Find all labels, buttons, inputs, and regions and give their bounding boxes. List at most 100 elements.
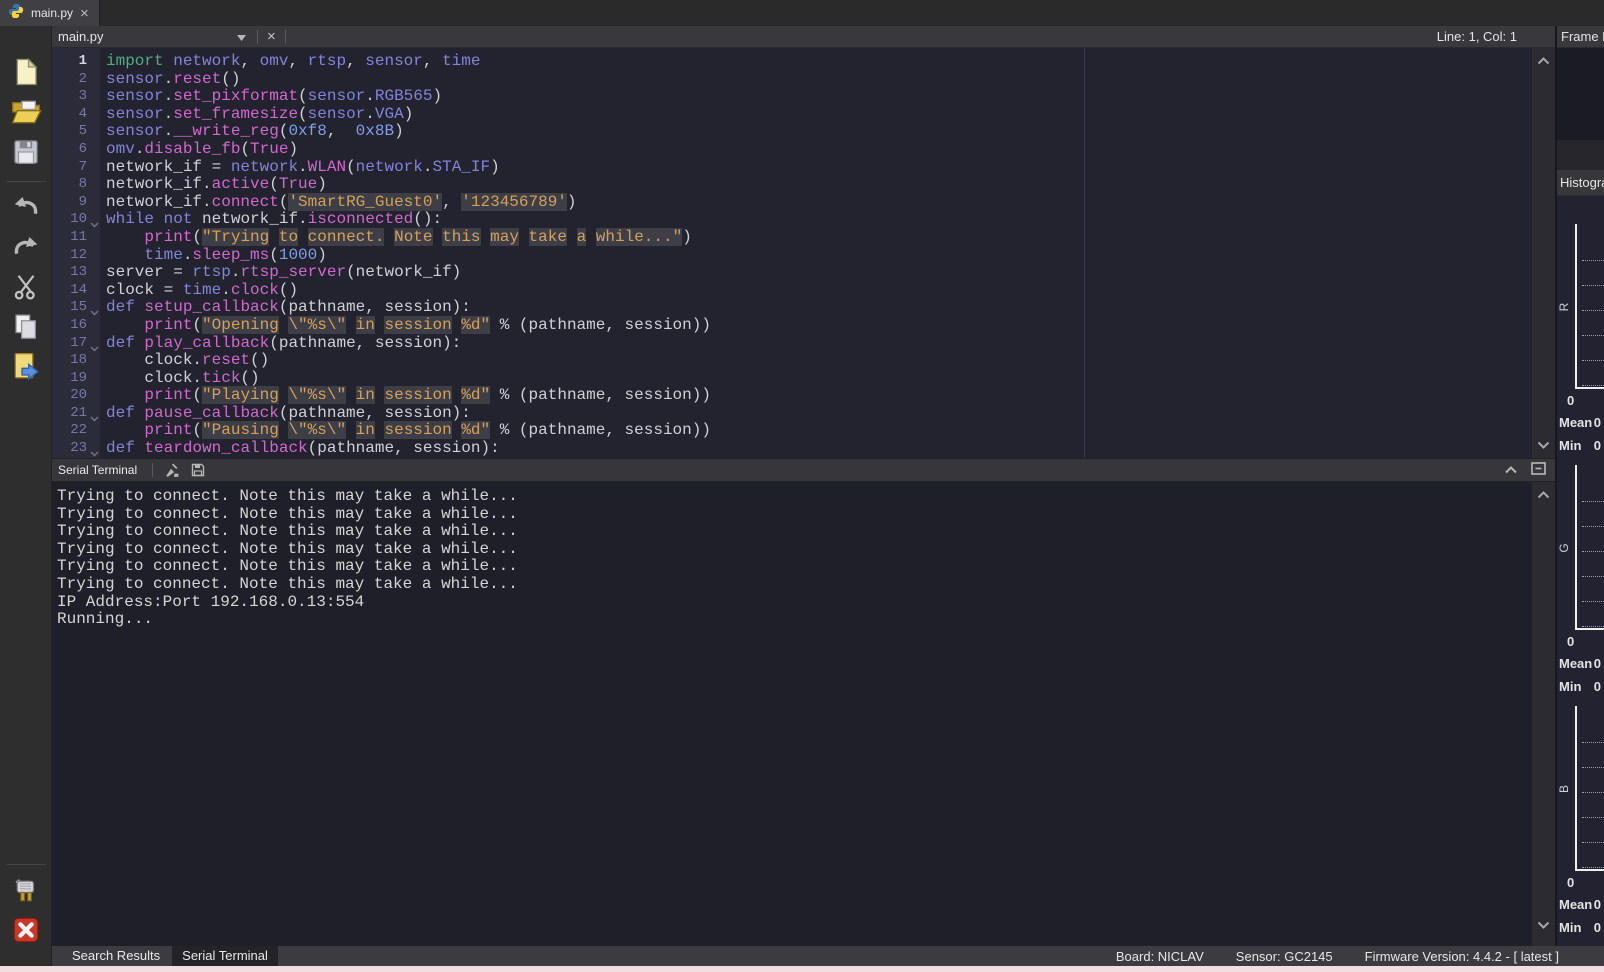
redo-icon[interactable] xyxy=(8,229,44,265)
scroll-down-icon[interactable] xyxy=(1537,916,1550,934)
paste-icon[interactable] xyxy=(8,349,44,385)
file-tab[interactable]: main.py × xyxy=(0,0,100,26)
close-tab-icon[interactable]: × xyxy=(80,6,89,21)
serial-terminal-header: Serial Terminal xyxy=(52,458,1555,482)
openmv-ide-window: main.py × main.py × Line: 1, Col: 1 1234… xyxy=(0,0,1604,972)
status-bar: Search ResultsSerial Terminal Board: NIC… xyxy=(52,946,1604,966)
axis-origin-label: 0 xyxy=(1557,389,1604,411)
copy-icon[interactable] xyxy=(8,309,44,345)
cursor-position: Line: 1, Col: 1 xyxy=(1437,26,1517,48)
min-row: Min0 xyxy=(1557,675,1604,698)
serial-terminal-output[interactable]: Trying to connect. Note this may take a … xyxy=(52,482,1532,946)
histogram-chart-r: R0Mean0Min0 xyxy=(1557,224,1604,457)
mean-row: Mean0 xyxy=(1557,411,1604,434)
code-line: print("Playing \"%s\" in session %d" % (… xyxy=(106,387,1532,405)
sensor-status: Sensor: GC2145 xyxy=(1236,949,1333,964)
code-line: def pause_callback(pathname, session): xyxy=(106,405,1532,423)
clear-terminal-icon[interactable] xyxy=(163,462,180,479)
code-editor-area[interactable]: import network, omv, rtsp, sensor, times… xyxy=(100,48,1532,458)
divider xyxy=(257,30,258,44)
left-toolbar xyxy=(0,26,52,966)
code-line: time.sleep_ms(1000) xyxy=(106,247,1532,265)
x-axis xyxy=(1575,387,1604,389)
code-line: clock.tick() xyxy=(106,370,1532,388)
firmware-status: Firmware Version: 4.4.2 - [ latest ] xyxy=(1365,949,1559,964)
editor-toolbar: main.py × Line: 1, Col: 1 xyxy=(52,26,1555,48)
status-tab-search-results[interactable]: Search Results xyxy=(62,946,170,966)
undo-icon[interactable] xyxy=(8,189,44,225)
line-number: 1 xyxy=(52,53,100,71)
line-number: 6 xyxy=(52,141,100,159)
code-line: sensor.reset() xyxy=(106,71,1532,89)
histogram-chart-g: G 0Mean0Min0 xyxy=(1557,465,1604,698)
code-line: network_if = network.WLAN(network.STA_IF… xyxy=(106,159,1532,177)
mean-row: Mean0 xyxy=(1557,652,1604,675)
disconnect-icon[interactable] xyxy=(8,912,44,948)
gridline xyxy=(1582,551,1604,552)
gridline xyxy=(1582,285,1604,286)
line-number: 2 xyxy=(52,71,100,89)
code-line: def teardown_callback(pathname, session)… xyxy=(106,440,1532,458)
close-file-icon[interactable]: × xyxy=(263,29,280,44)
histogram-plot: G xyxy=(1557,465,1604,630)
python-file-icon xyxy=(8,3,24,24)
scroll-down-icon[interactable] xyxy=(1537,436,1550,454)
code-editor: 1234567891011121314151617181920212223 im… xyxy=(52,48,1555,458)
line-number: 22 xyxy=(52,422,100,440)
detach-panel-icon[interactable] xyxy=(1531,462,1546,478)
line-number: 20 xyxy=(52,387,100,405)
gridline xyxy=(1582,360,1604,361)
line-number: 5 xyxy=(52,123,100,141)
status-tab-serial-terminal[interactable]: Serial Terminal xyxy=(172,946,278,966)
gridline xyxy=(1582,260,1604,261)
column-guide-line xyxy=(1084,48,1085,458)
open-folder-icon[interactable] xyxy=(8,94,44,130)
window-bottom-edge xyxy=(0,966,1604,972)
code-line: clock.reset() xyxy=(106,352,1532,370)
save-icon[interactable] xyxy=(8,134,44,170)
fold-chevron-icon[interactable] xyxy=(90,446,99,458)
gridline xyxy=(1582,385,1604,386)
code-line: while not network_if.isconnected(): xyxy=(106,211,1532,229)
scroll-up-icon[interactable] xyxy=(1537,486,1550,504)
terminal-line: Trying to connect. Note this may take a … xyxy=(57,506,1532,524)
line-number: 18 xyxy=(52,352,100,370)
gridline xyxy=(1582,767,1604,768)
line-number: 11 xyxy=(52,229,100,247)
channel-label: B xyxy=(1557,784,1571,792)
gridline xyxy=(1582,626,1604,627)
editor-scrollbar[interactable] xyxy=(1532,48,1555,458)
code-line: print("Pausing \"%s\" in session %d" % (… xyxy=(106,422,1532,440)
connect-icon[interactable] xyxy=(8,872,44,908)
serial-terminal-title: Serial Terminal xyxy=(52,463,147,477)
cut-icon[interactable] xyxy=(8,269,44,305)
gridline xyxy=(1582,310,1604,311)
save-log-icon[interactable] xyxy=(190,462,206,478)
channel-label: R xyxy=(1557,302,1571,311)
histogram-chart-b: B0Mean0Min0 xyxy=(1557,706,1604,939)
divider xyxy=(152,463,153,477)
new-file-icon[interactable] xyxy=(8,54,44,90)
code-line: def play_callback(pathname, session): xyxy=(106,335,1532,353)
gridline xyxy=(1582,817,1604,818)
line-number: 4 xyxy=(52,106,100,124)
code-line: omv.disable_fb(True) xyxy=(106,141,1532,159)
terminal-line: Running... xyxy=(57,611,1532,629)
line-number: 16 xyxy=(52,317,100,335)
frame-buffer-view xyxy=(1557,48,1604,140)
code-line: clock = time.clock() xyxy=(106,282,1532,300)
gridline xyxy=(1582,842,1604,843)
scroll-up-icon[interactable] xyxy=(1537,52,1550,70)
terminal-scrollbar[interactable] xyxy=(1532,482,1555,946)
axis-origin-label: 0 xyxy=(1557,630,1604,652)
editor-gutter: 1234567891011121314151617181920212223 xyxy=(52,48,100,458)
line-number: 21 xyxy=(52,405,100,423)
min-row: Min0 xyxy=(1557,916,1604,939)
collapse-panel-icon[interactable] xyxy=(1504,463,1518,477)
channel-label: G xyxy=(1557,543,1571,552)
histogram-plot: R xyxy=(1557,224,1604,389)
gridline xyxy=(1582,601,1604,602)
open-file-selector[interactable]: main.py xyxy=(52,26,252,48)
toolbar-separator xyxy=(6,864,46,865)
frame-buffer-header: Frame Buffer xyxy=(1557,26,1604,48)
